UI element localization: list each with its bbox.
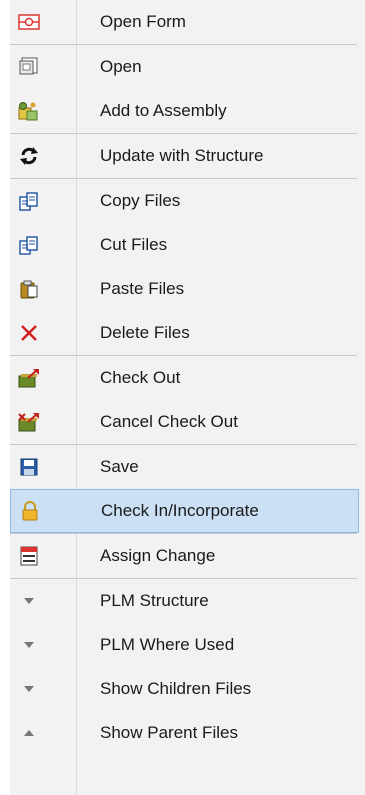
menu-item-label: Open	[100, 57, 142, 76]
menu-item-plm-where-used[interactable]: PLM Where Used	[10, 623, 365, 667]
menu-item-label: Save	[100, 457, 139, 476]
menu-item-label: Copy Files	[100, 191, 181, 210]
menu-item-label: PLM Where Used	[100, 635, 235, 654]
menu-item-delete-files[interactable]: Delete Files	[10, 311, 365, 355]
calendar-icon	[18, 545, 40, 567]
cut-files-icon	[18, 234, 40, 256]
update-icon	[18, 145, 40, 167]
menu-item-open[interactable]: Open	[10, 45, 365, 89]
menu-item-label: Add to Assembly	[100, 101, 227, 120]
delete-icon	[18, 322, 40, 344]
menu-item-label: PLM Structure	[100, 591, 209, 610]
menu-item-label: Check Out	[100, 368, 181, 387]
menu-item-update-with-structure[interactable]: Update with Structure	[10, 134, 365, 178]
lock-icon	[19, 500, 41, 522]
chevron-down-icon	[18, 634, 40, 656]
menu-item-save[interactable]: Save	[10, 445, 365, 489]
background-window	[0, 0, 10, 795]
context-menu: Open Form Open Add to Assembly Update wi…	[10, 0, 365, 795]
menu-item-cancel-check-out[interactable]: Cancel Check Out	[10, 400, 365, 444]
menu-item-cut-files[interactable]: Cut Files	[10, 223, 365, 267]
menu-item-check-out[interactable]: Check Out	[10, 356, 365, 400]
menu-item-show-children-files[interactable]: Show Children Files	[10, 667, 365, 711]
menu-item-label: Open Form	[100, 12, 186, 31]
open-icon	[18, 56, 40, 78]
menu-item-label: Cancel Check Out	[100, 412, 238, 431]
open-form-icon	[18, 11, 40, 33]
menu-item-label: Paste Files	[100, 279, 185, 298]
menu-item-assign-change[interactable]: Assign Change	[10, 534, 365, 578]
paste-files-icon	[18, 278, 40, 300]
menu-item-check-in-incorporate[interactable]: Check In/Incorporate	[10, 489, 359, 533]
menu-item-label: Update with Structure	[100, 146, 264, 165]
menu-item-open-form[interactable]: Open Form	[10, 0, 365, 44]
menu-item-copy-files[interactable]: Copy Files	[10, 179, 365, 223]
chevron-down-icon	[18, 590, 40, 612]
save-icon	[18, 456, 40, 478]
menu-item-label: Show Parent Files	[100, 723, 238, 742]
menu-item-label: Assign Change	[100, 546, 216, 565]
copy-files-icon	[18, 190, 40, 212]
menu-item-plm-structure[interactable]: PLM Structure	[10, 579, 365, 623]
add-to-assembly-icon	[18, 100, 40, 122]
menu-item-add-to-assembly[interactable]: Add to Assembly	[10, 89, 365, 133]
cancel-check-out-icon	[18, 411, 40, 433]
menu-item-label: Show Children Files	[100, 679, 252, 698]
menu-item-paste-files[interactable]: Paste Files	[10, 267, 365, 311]
check-out-icon	[18, 367, 40, 389]
menu-item-label: Check In/Incorporate	[101, 501, 259, 520]
background-text-fragment	[0, 88, 6, 102]
chevron-down-icon	[18, 678, 40, 700]
menu-item-label: Delete Files	[100, 323, 190, 342]
menu-item-label: Cut Files	[100, 235, 168, 254]
menu-item-show-parent-files[interactable]: Show Parent Files	[10, 711, 365, 755]
chevron-up-icon	[18, 722, 40, 744]
